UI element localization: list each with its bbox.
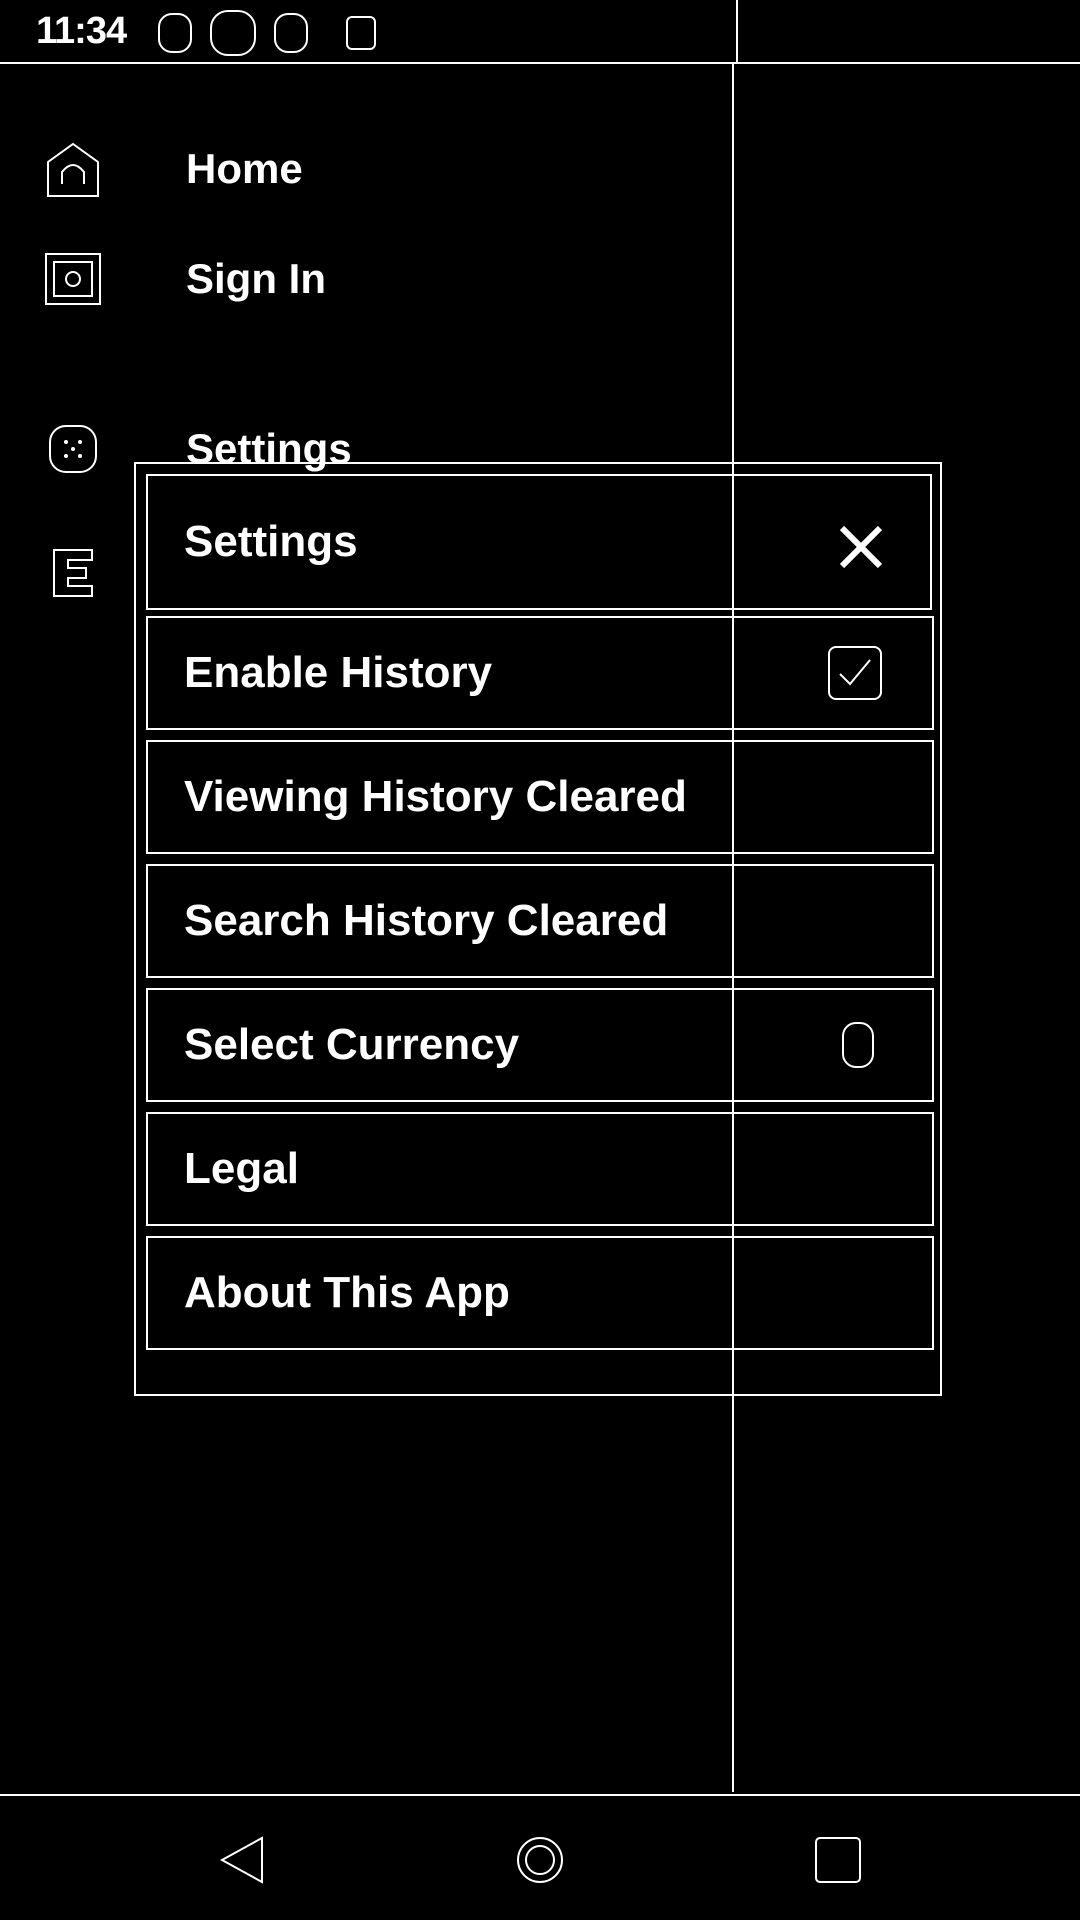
status-bar: 11:34 [0,0,1080,64]
battery-icon [346,16,376,50]
recents-icon[interactable] [810,1832,866,1888]
app-icon [210,10,256,56]
legal-row[interactable]: Legal [146,1112,934,1226]
viewing-history-row[interactable]: Viewing History Cleared [146,740,934,854]
home-nav-icon[interactable] [512,1832,568,1888]
row-label: Legal [184,1144,299,1193]
drawer-label: Sign In [186,255,326,302]
dialog-title: Settings [184,517,358,566]
settings-dialog: Settings Enable History Viewing History … [134,462,942,1396]
system-nav-bar [0,1794,1080,1920]
settings-icon [44,420,102,478]
row-label: About This App [184,1268,510,1317]
drawer-item-sign-in[interactable]: Sign In [0,224,734,334]
sign-in-icon [44,250,102,308]
about-app-row[interactable]: About This App [146,1236,934,1350]
back-icon[interactable] [214,1832,270,1888]
home-icon [44,140,102,198]
currency-indicator-icon [842,1022,874,1068]
search-history-row[interactable]: Search History Cleared [146,864,934,978]
app-icon-2 [274,13,308,53]
row-label: Select Currency [184,1020,520,1069]
status-time: 11:34 [36,10,127,52]
row-label: Search History Cleared [184,896,669,945]
select-currency-row[interactable]: Select Currency [146,988,934,1102]
dialog-header: Settings [146,474,932,610]
drawer-label: Home [186,145,303,192]
enable-history-row[interactable]: Enable History [146,616,934,730]
close-icon[interactable] [836,522,886,572]
notification-icon [158,13,192,53]
e-icon [44,544,102,602]
drawer-item-home[interactable]: Home [0,114,734,224]
enable-history-checkbox[interactable] [828,646,882,700]
status-icons [158,10,376,56]
row-label: Enable History [184,648,493,697]
row-label: Viewing History Cleared [184,772,687,821]
divider [736,0,744,62]
